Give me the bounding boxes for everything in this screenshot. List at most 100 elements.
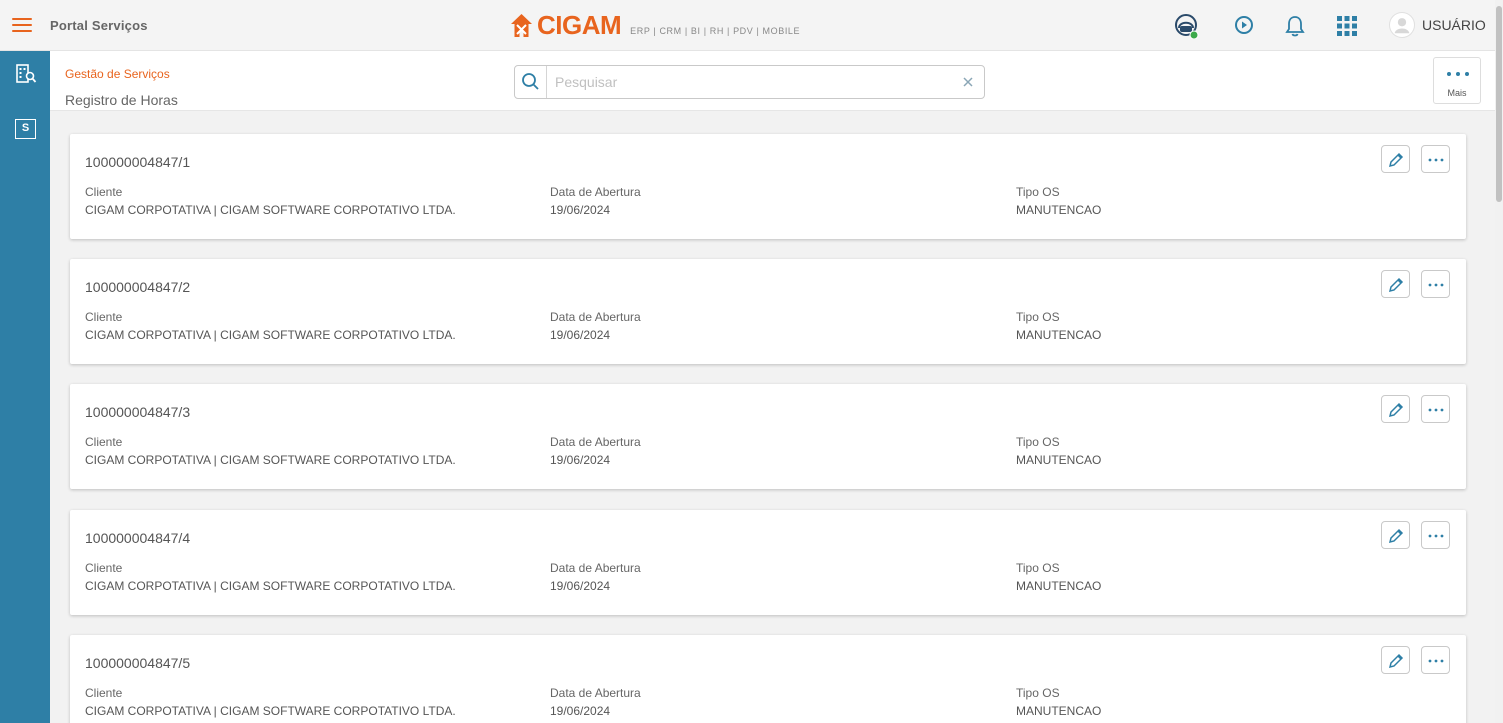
scrollbar[interactable] bbox=[1495, 0, 1503, 723]
list-item[interactable]: 100000004847/2 Cliente CIGAM CORPOTATIVA… bbox=[70, 259, 1466, 364]
os-number: 100000004847/2 bbox=[85, 279, 191, 295]
os-number: 100000004847/4 bbox=[85, 530, 191, 546]
cigam-logo: CIGAM ERP | CRM | BI | RH | PDV | MOBILE bbox=[510, 12, 800, 38]
data-abertura-value: 19/06/2024 bbox=[550, 453, 611, 467]
more-dots-icon bbox=[1428, 283, 1444, 287]
cliente-label: Cliente bbox=[85, 686, 123, 700]
tipo-os-label: Tipo OS bbox=[1016, 561, 1060, 575]
search-input[interactable] bbox=[555, 73, 945, 91]
data-abertura-field: Data de Abertura 19/06/2024 bbox=[550, 686, 641, 718]
edit-button[interactable] bbox=[1381, 395, 1410, 423]
breadcrumb[interactable]: Gestão de Serviços bbox=[65, 67, 170, 81]
card-more-button[interactable] bbox=[1421, 646, 1450, 674]
more-dots-icon bbox=[1447, 72, 1469, 76]
os-number: 100000004847/3 bbox=[85, 404, 191, 420]
tipo-os-field: Tipo OS MANUTENCAO bbox=[1016, 435, 1101, 467]
cliente-value: CIGAM CORPOTATIVA | CIGAM SOFTWARE CORPO… bbox=[85, 453, 456, 467]
card-more-button[interactable] bbox=[1421, 270, 1450, 298]
logo-wordmark: CIGAM bbox=[537, 10, 622, 40]
list-item[interactable]: 100000004847/5 Cliente CIGAM CORPOTATIVA… bbox=[70, 635, 1466, 723]
data-abertura-label: Data de Abertura bbox=[550, 185, 641, 199]
card-more-button[interactable] bbox=[1421, 145, 1450, 173]
tipo-os-label: Tipo OS bbox=[1016, 185, 1060, 199]
tipo-os-field: Tipo OS MANUTENCAO bbox=[1016, 686, 1101, 718]
os-number: 100000004847/1 bbox=[85, 154, 191, 170]
card-more-button[interactable] bbox=[1421, 395, 1450, 423]
pencil-icon bbox=[1388, 152, 1404, 168]
more-dots-icon bbox=[1428, 158, 1444, 162]
data-abertura-value: 19/06/2024 bbox=[550, 203, 611, 217]
card-more-button[interactable] bbox=[1421, 521, 1450, 549]
tipo-os-value: MANUTENCAO bbox=[1016, 453, 1102, 467]
tipo-os-label: Tipo OS bbox=[1016, 310, 1060, 324]
sidebar: S bbox=[0, 51, 50, 723]
search-button[interactable] bbox=[515, 66, 547, 98]
data-abertura-label: Data de Abertura bbox=[550, 435, 641, 449]
more-label: Mais bbox=[1447, 88, 1467, 98]
list-item[interactable]: 100000004847/1 Cliente CIGAM CORPOTATIVA… bbox=[70, 134, 1466, 239]
data-abertura-value: 19/06/2024 bbox=[550, 704, 611, 718]
cigam-logo-icon bbox=[511, 14, 532, 37]
org-search-icon[interactable] bbox=[15, 63, 37, 85]
cliente-value: CIGAM CORPOTATIVA | CIGAM SOFTWARE CORPO… bbox=[85, 579, 456, 593]
logo-subtitle: ERP | CRM | BI | RH | PDV | MOBILE bbox=[630, 26, 801, 36]
search-box bbox=[514, 65, 985, 99]
user-avatar-icon bbox=[1389, 12, 1415, 38]
search-icon bbox=[522, 73, 539, 90]
cliente-field: Cliente CIGAM CORPOTATIVA | CIGAM SOFTWA… bbox=[85, 686, 456, 718]
tipo-os-field: Tipo OS MANUTENCAO bbox=[1016, 561, 1101, 593]
cliente-label: Cliente bbox=[85, 561, 123, 575]
more-dots-icon bbox=[1428, 659, 1444, 663]
data-abertura-label: Data de Abertura bbox=[550, 686, 641, 700]
tipo-os-value: MANUTENCAO bbox=[1016, 704, 1102, 718]
s-box-icon[interactable]: S bbox=[15, 119, 36, 139]
list-item[interactable]: 100000004847/4 Cliente CIGAM CORPOTATIVA… bbox=[70, 510, 1466, 615]
more-dots-icon bbox=[1428, 408, 1444, 412]
data-abertura-label: Data de Abertura bbox=[550, 561, 641, 575]
data-abertura-field: Data de Abertura 19/06/2024 bbox=[550, 310, 641, 342]
cliente-field: Cliente CIGAM CORPOTATIVA | CIGAM SOFTWA… bbox=[85, 185, 456, 217]
pencil-icon bbox=[1388, 653, 1404, 669]
headset-status-icon[interactable] bbox=[1173, 13, 1199, 39]
cliente-label: Cliente bbox=[85, 435, 123, 449]
list-item[interactable]: 100000004847/3 Cliente CIGAM CORPOTATIVA… bbox=[70, 384, 1466, 489]
edit-button[interactable] bbox=[1381, 521, 1410, 549]
clear-search-icon[interactable] bbox=[961, 75, 975, 89]
cliente-label: Cliente bbox=[85, 310, 123, 324]
data-abertura-field: Data de Abertura 19/06/2024 bbox=[550, 435, 641, 467]
cliente-label: Cliente bbox=[85, 185, 123, 199]
tipo-os-label: Tipo OS bbox=[1016, 686, 1060, 700]
tipo-os-value: MANUTENCAO bbox=[1016, 328, 1102, 342]
menu-icon[interactable] bbox=[12, 18, 32, 34]
page-header: Gestão de Serviços Registro de Horas Mai… bbox=[50, 51, 1495, 111]
more-button[interactable]: Mais bbox=[1433, 57, 1481, 104]
cliente-field: Cliente CIGAM CORPOTATIVA | CIGAM SOFTWA… bbox=[85, 561, 456, 593]
data-abertura-field: Data de Abertura 19/06/2024 bbox=[550, 561, 641, 593]
pencil-icon bbox=[1388, 402, 1404, 418]
tipo-os-value: MANUTENCAO bbox=[1016, 203, 1102, 217]
tipo-os-value: MANUTENCAO bbox=[1016, 579, 1102, 593]
edit-button[interactable] bbox=[1381, 145, 1410, 173]
page-title: Registro de Horas bbox=[65, 92, 178, 108]
data-abertura-value: 19/06/2024 bbox=[550, 328, 611, 342]
tipo-os-label: Tipo OS bbox=[1016, 435, 1060, 449]
cliente-field: Cliente CIGAM CORPOTATIVA | CIGAM SOFTWA… bbox=[85, 310, 456, 342]
play-circle-icon[interactable] bbox=[1231, 13, 1257, 39]
cliente-value: CIGAM CORPOTATIVA | CIGAM SOFTWARE CORPO… bbox=[85, 704, 456, 718]
edit-button[interactable] bbox=[1381, 646, 1410, 674]
scrollbar-thumb[interactable] bbox=[1496, 6, 1502, 202]
os-number: 100000004847/5 bbox=[85, 655, 191, 671]
more-dots-icon bbox=[1428, 534, 1444, 538]
top-bar: Portal Serviços CIGAM ERP | CRM | BI | R… bbox=[0, 0, 1495, 51]
user-name: USUÁRIO bbox=[1422, 17, 1486, 33]
cliente-value: CIGAM CORPOTATIVA | CIGAM SOFTWARE CORPO… bbox=[85, 203, 456, 217]
cliente-field: Cliente CIGAM CORPOTATIVA | CIGAM SOFTWA… bbox=[85, 435, 456, 467]
cliente-value: CIGAM CORPOTATIVA | CIGAM SOFTWARE CORPO… bbox=[85, 328, 456, 342]
user-menu[interactable]: USUÁRIO bbox=[1389, 12, 1486, 38]
tipo-os-field: Tipo OS MANUTENCAO bbox=[1016, 185, 1101, 217]
data-abertura-field: Data de Abertura 19/06/2024 bbox=[550, 185, 641, 217]
card-list: 100000004847/1 Cliente CIGAM CORPOTATIVA… bbox=[50, 112, 1495, 723]
bell-icon[interactable] bbox=[1282, 13, 1308, 39]
edit-button[interactable] bbox=[1381, 270, 1410, 298]
apps-grid-icon[interactable] bbox=[1334, 13, 1360, 39]
